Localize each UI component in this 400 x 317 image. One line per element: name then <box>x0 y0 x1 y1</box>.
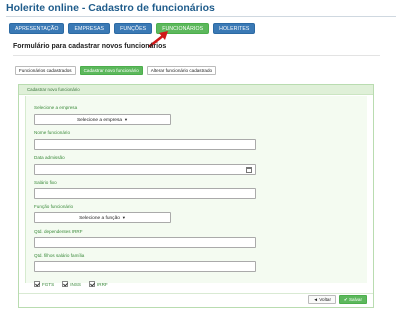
name-label: Nome funcionário <box>34 130 71 135</box>
caret-down-icon: ▼ <box>121 215 126 220</box>
form-title: Formulário para cadastrar novos funcioná… <box>13 43 167 50</box>
salary-input[interactable] <box>34 188 256 199</box>
fgts-checkbox[interactable]: FGTS <box>34 281 54 287</box>
nav-empresas-button[interactable]: EMPRESAS <box>68 23 111 34</box>
fgts-label: FGTS <box>42 281 55 287</box>
caret-down-icon: ▼ <box>124 117 129 122</box>
role-label: Função funcionário <box>34 204 74 209</box>
irrf-checkbox[interactable]: IRRF <box>88 281 108 287</box>
salary-label: Salário fixo <box>34 180 57 185</box>
page-title: Holerite online - Cadastro de funcionári… <box>6 2 215 14</box>
irrf-dependents-input[interactable] <box>34 237 256 248</box>
role-select-value: Selecione a função <box>79 216 120 221</box>
title-divider <box>6 16 396 17</box>
deductions-checkboxes: FGTS INSS IRRF <box>34 281 108 287</box>
company-select-value: Selecione a empresa <box>76 118 123 123</box>
panel-footer-divider <box>19 293 373 294</box>
save-button-label: Salvar <box>348 297 362 302</box>
check-icon[interactable] <box>88 281 95 287</box>
irrf-dependents-label: Qtd. dependentes IRRF <box>34 229 83 234</box>
nav-funcoes-button[interactable]: FUNÇÕES <box>114 23 153 34</box>
register-panel: Cadastrar novo funcionário Selecione a e… <box>18 84 374 308</box>
irrf-label: IRRF <box>96 281 108 287</box>
main-nav: APRESENTAÇÃO EMPRESAS FUNÇÕES FUNCIONÁRI… <box>9 23 256 34</box>
check-icon[interactable] <box>34 281 40 287</box>
tab-bar: Funcionários cadastrados Cadastrar novo … <box>15 66 217 75</box>
inss-label: INSS <box>70 281 81 287</box>
save-button[interactable]: ✔ Salvar <box>338 295 367 304</box>
back-button[interactable]: ◄ Voltar <box>308 295 336 304</box>
family-children-label: Qtd. filhos salário família <box>34 253 85 258</box>
tab-alterar-funcionario[interactable]: Alterar funcionário cadastrado <box>146 66 217 75</box>
calendar-icon[interactable] <box>246 167 252 173</box>
panel-body: Selecione a empresa Selecione a empresa ▼… <box>25 96 367 287</box>
name-input[interactable] <box>34 139 256 150</box>
nav-holerites-button[interactable]: HOLERITES <box>213 23 256 34</box>
tab-cadastrar-novo[interactable]: Cadastrar novo funcionário <box>79 66 143 75</box>
check-icon[interactable] <box>62 281 69 287</box>
nav-apresentacao-button[interactable]: APRESENTAÇÃO <box>9 23 65 34</box>
panel-heading: Cadastrar novo funcionário <box>19 85 373 95</box>
company-select[interactable]: Selecione a empresa ▼ <box>34 114 171 125</box>
company-label: Selecione a empresa <box>34 105 78 110</box>
family-children-input[interactable] <box>34 261 256 272</box>
admission-date-input[interactable] <box>34 164 256 175</box>
role-select[interactable]: Selecione a função ▼ <box>34 212 171 223</box>
inss-checkbox[interactable]: INSS <box>62 281 81 287</box>
tab-funcionarios-cadastrados[interactable]: Funcionários cadastrados <box>15 66 76 75</box>
back-button-label: Voltar <box>319 297 331 302</box>
admission-label: Data admissão <box>34 155 65 160</box>
form-divider <box>13 55 380 56</box>
